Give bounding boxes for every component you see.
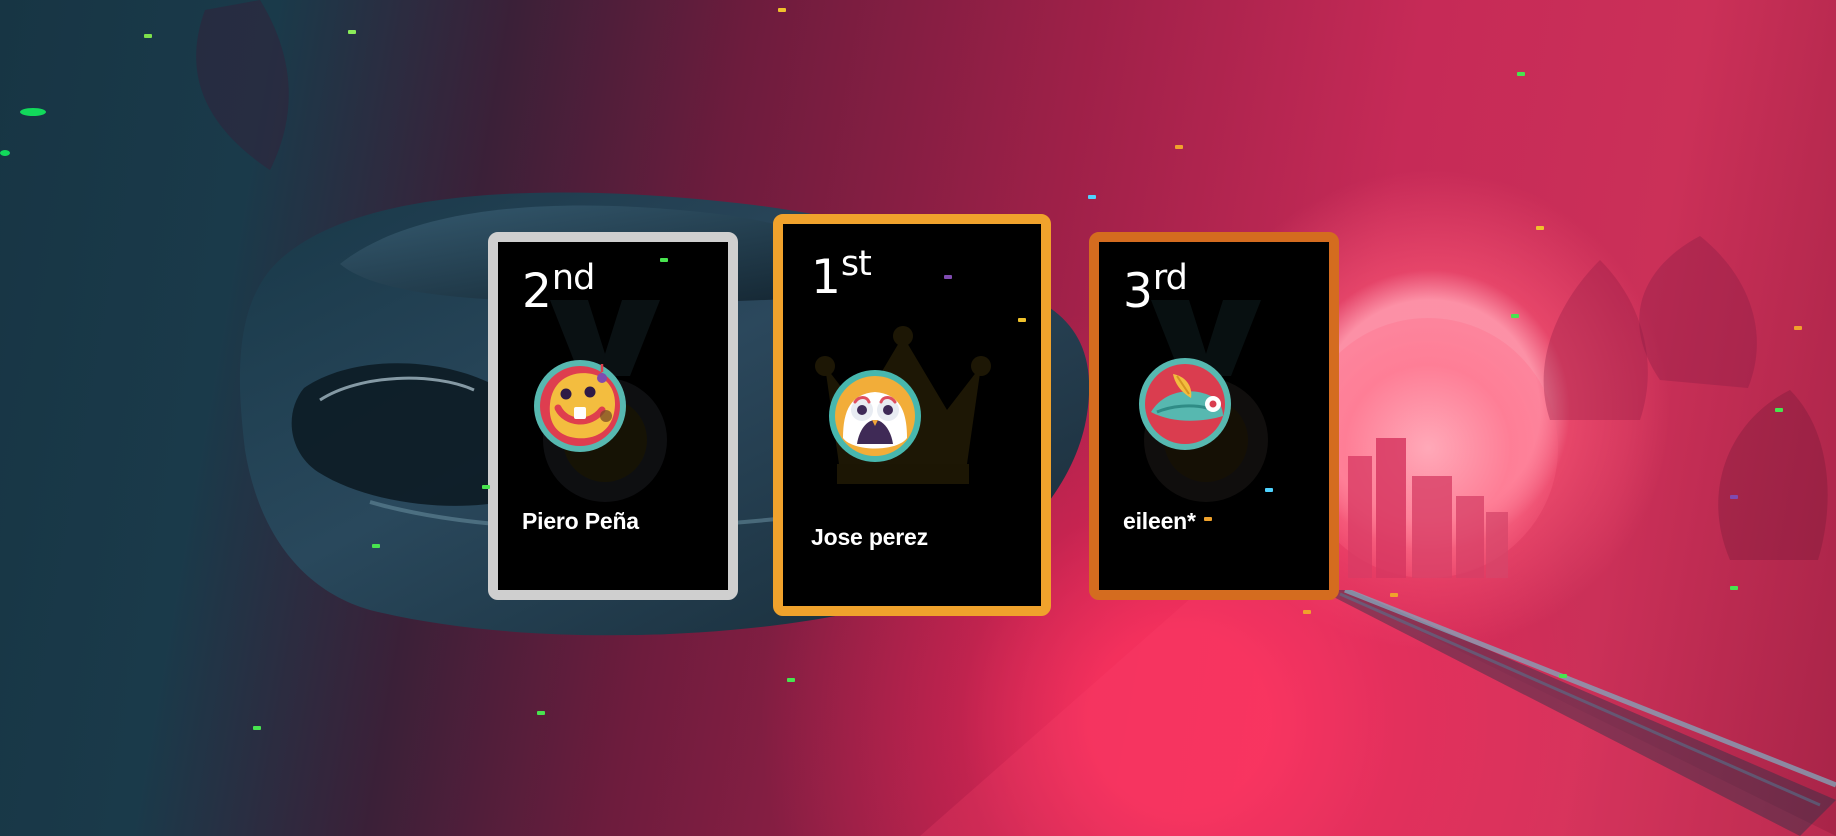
podium: 2nd Piero Peña 1st Jose perez 3rd eileen…: [0, 0, 1836, 836]
podium-card-third: 3rd eileen*: [1089, 232, 1339, 600]
rank-number: 2: [522, 264, 552, 319]
podium-card-first: 1st Jose perez: [773, 214, 1051, 616]
feather-hat-avatar: [1139, 358, 1231, 450]
smiling-blob-avatar: [534, 360, 626, 452]
player-name: Piero Peña: [522, 508, 639, 534]
player-name: eileen*: [1123, 508, 1196, 534]
rank-label: 3rd: [1123, 261, 1188, 316]
rank-suffix: nd: [551, 258, 595, 298]
rank-suffix: rd: [1152, 258, 1188, 298]
rank-label: 1st: [811, 247, 872, 302]
rank-number: 1: [811, 250, 841, 305]
rank-suffix: st: [840, 244, 872, 284]
owl-avatar: [829, 370, 921, 462]
player-name: Jose perez: [811, 524, 928, 550]
podium-card-second: 2nd Piero Peña: [488, 232, 738, 600]
rank-label: 2nd: [522, 261, 595, 316]
rank-number: 3: [1123, 264, 1153, 319]
